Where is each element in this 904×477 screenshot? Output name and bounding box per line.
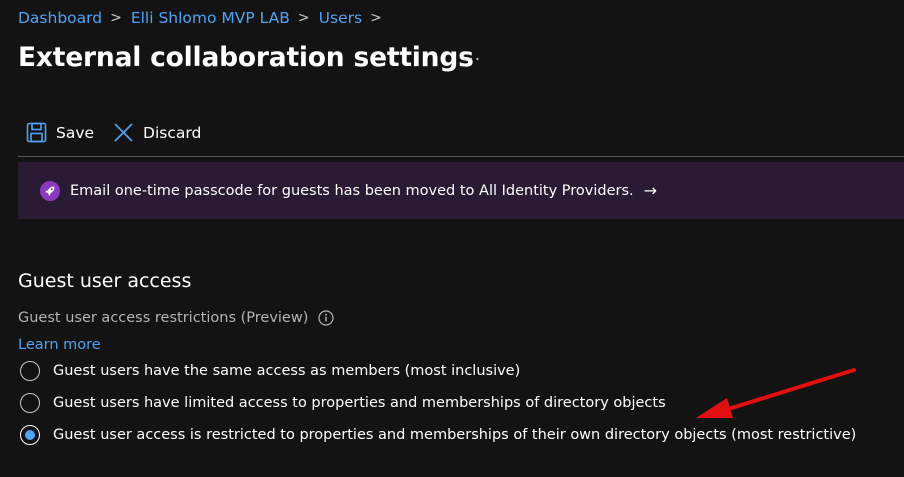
toolbar-divider [18,156,904,157]
radio-option-label: Guest user access is restricted to prope… [53,427,857,443]
save-icon [26,122,47,143]
breadcrumb-separator: > [110,10,122,26]
breadcrumb: Dashboard > Elli Shlomo MVP LAB > Users … [18,9,391,27]
arrow-right-icon[interactable]: → [644,181,657,200]
banner-text: Email one-time passcode for guests has b… [70,182,634,199]
radio-button[interactable] [20,361,40,381]
close-icon [113,122,134,143]
breadcrumb-separator: > [297,10,310,26]
learn-more-link[interactable]: Learn more [18,337,101,353]
info-icon[interactable] [318,310,334,326]
discard-button[interactable]: Discard [113,122,201,143]
info-banner[interactable]: Email one-time passcode for guests has b… [18,162,904,219]
radio-button-selected[interactable] [20,425,40,445]
discard-label: Discard [143,123,202,142]
radio-option-label: Guest users have limited access to prope… [53,395,666,411]
radio-button[interactable] [20,393,40,413]
radio-option-restricted-access[interactable]: Guest user access is restricted to prope… [20,419,856,451]
rocket-icon [40,180,60,201]
command-bar: Save Discard [26,122,201,143]
guest-access-radio-group: Guest users have the same access as memb… [20,355,856,451]
breadcrumb-tenant[interactable]: Elli Shlomo MVP LAB [131,9,290,27]
page-title: External collaboration settings [18,42,474,73]
radio-option-label: Guest users have the same access as memb… [53,363,521,379]
more-options-button[interactable]: ··· [462,50,481,70]
save-label: Save [56,123,95,142]
radio-option-limited-access[interactable]: Guest users have limited access to prope… [20,387,856,419]
breadcrumb-dashboard[interactable]: Dashboard [18,9,102,27]
breadcrumb-users[interactable]: Users [319,9,362,27]
save-button[interactable]: Save [26,122,94,143]
radio-option-same-access[interactable]: Guest users have the same access as memb… [20,355,856,387]
field-label-text: Guest user access restrictions (Preview) [18,310,309,326]
field-label: Guest user access restrictions (Preview) [18,310,334,326]
breadcrumb-separator: > [370,10,382,26]
section-title: Guest user access [18,270,192,292]
